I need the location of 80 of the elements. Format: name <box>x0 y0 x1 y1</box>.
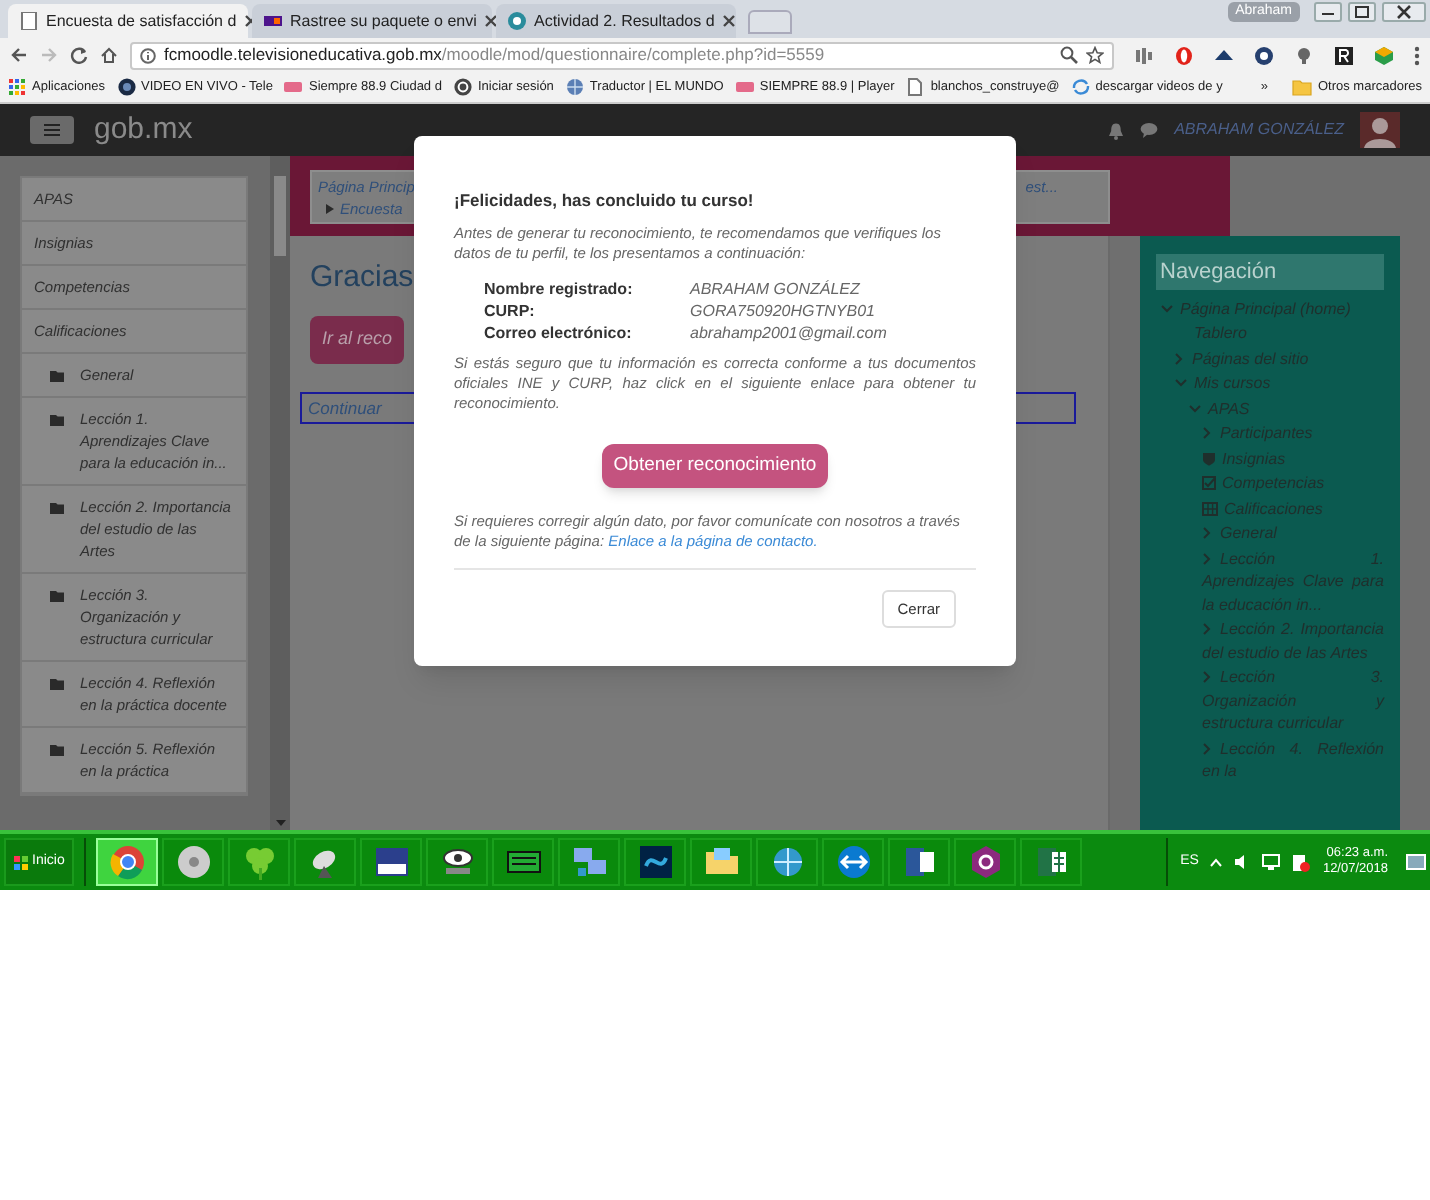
menu-icon[interactable] <box>1414 45 1420 65</box>
chevron-up-icon[interactable] <box>1210 857 1223 867</box>
circle-icon <box>117 78 135 96</box>
chrome-icon <box>107 842 148 882</box>
apps-grid-icon <box>8 78 26 96</box>
field-value: GORA750920HGTNYB01 <box>690 299 877 322</box>
checkbox-icon <box>1202 476 1216 491</box>
site-logo[interactable]: gob.mx <box>94 107 193 153</box>
zoom-icon[interactable] <box>1060 46 1078 64</box>
address-field[interactable]: fcmoodle.televisioneducativa.gob.mx/moodle/mod/questionnaire/complete.php?id=5559 <box>130 41 1114 69</box>
close-icon[interactable] <box>1382 2 1426 22</box>
radio-icon <box>284 78 303 96</box>
field-value: ABRAHAM GONZÁLEZ <box>690 277 862 300</box>
lightbulb-icon[interactable] <box>1294 45 1314 65</box>
browser-tab[interactable]: Rastree su paquete o envi <box>252 4 492 38</box>
page-heading: Gracias <box>310 260 414 296</box>
taskbar-button[interactable] <box>294 838 357 886</box>
field-label: Correo electrónico: <box>484 321 634 344</box>
folder-icon <box>50 370 64 382</box>
swirl-icon <box>635 842 676 882</box>
globe-icon <box>565 78 584 96</box>
radio-icon <box>735 78 754 96</box>
menu-button[interactable] <box>30 116 74 144</box>
bars-icon[interactable] <box>1134 45 1154 65</box>
page-icon <box>264 12 282 30</box>
windows-logo-icon <box>14 855 28 869</box>
page-icon <box>508 12 526 30</box>
disc-icon <box>173 842 214 882</box>
avatar-icon[interactable] <box>1360 112 1400 148</box>
back-icon[interactable] <box>10 46 28 64</box>
power-flag-icon[interactable] <box>1292 853 1311 871</box>
r-icon[interactable] <box>1334 45 1354 65</box>
user-name[interactable]: ABRAHAM GONZÁLEZ <box>1174 118 1344 142</box>
taskbar-button[interactable] <box>954 838 1017 886</box>
reload-icon[interactable] <box>70 46 88 64</box>
folder-icon <box>50 414 64 426</box>
menu-icon <box>44 124 60 136</box>
close-icon[interactable] <box>722 14 737 28</box>
taskbar-button[interactable] <box>888 838 951 886</box>
arrows-icon <box>833 842 874 882</box>
star-icon[interactable] <box>1086 46 1104 64</box>
primary-button[interactable]: Obtener reconocimiento <box>601 443 829 488</box>
close-icon[interactable] <box>484 14 499 28</box>
window-icon <box>371 842 412 882</box>
home-icon[interactable] <box>100 46 118 64</box>
sync-icon <box>1071 78 1090 96</box>
taskbar-button[interactable] <box>624 838 687 886</box>
monitor-icon[interactable] <box>1262 854 1281 870</box>
scroll-down-icon[interactable] <box>275 820 285 826</box>
info-icon <box>140 47 156 63</box>
scrollbar[interactable] <box>270 156 290 830</box>
navigation-title: Navegación <box>1156 254 1384 290</box>
action-button[interactable]: Ir al reco <box>310 316 405 363</box>
maximize-icon[interactable] <box>1348 2 1376 22</box>
bell-icon[interactable] <box>1108 121 1125 139</box>
folder-icon <box>50 678 64 690</box>
folder-icon <box>1291 78 1312 96</box>
folder-icon <box>50 744 64 756</box>
chat-icon[interactable] <box>1140 122 1159 138</box>
cube-icon[interactable] <box>1374 45 1394 65</box>
triangle-icon <box>326 204 334 214</box>
minimize-icon[interactable] <box>1314 2 1342 22</box>
browser-tab[interactable]: Encuesta de satisfacción d <box>8 4 248 38</box>
table-icon <box>1202 501 1218 516</box>
field-label: Nombre registrado: <box>484 277 635 300</box>
field-label: CURP: <box>484 299 537 322</box>
taskbar-button[interactable] <box>1020 838 1083 886</box>
folder-icon <box>50 502 64 514</box>
circle-icon <box>453 78 472 96</box>
network-icon <box>569 842 610 882</box>
taskbar-button[interactable] <box>426 838 489 886</box>
page-icon <box>20 12 38 30</box>
folder-icon <box>50 590 64 602</box>
modal-title: ¡Felicidades, has concluido tu curso! <box>454 188 756 214</box>
page-icon <box>906 78 925 96</box>
opera-icon[interactable] <box>1174 45 1194 65</box>
taskbar-button[interactable] <box>360 838 423 886</box>
browser-tab[interactable]: Actividad 2. Resultados d <box>496 4 736 38</box>
taskbar-button[interactable] <box>492 838 555 886</box>
field-value: abrahamp2001@gmail.com <box>690 321 889 344</box>
